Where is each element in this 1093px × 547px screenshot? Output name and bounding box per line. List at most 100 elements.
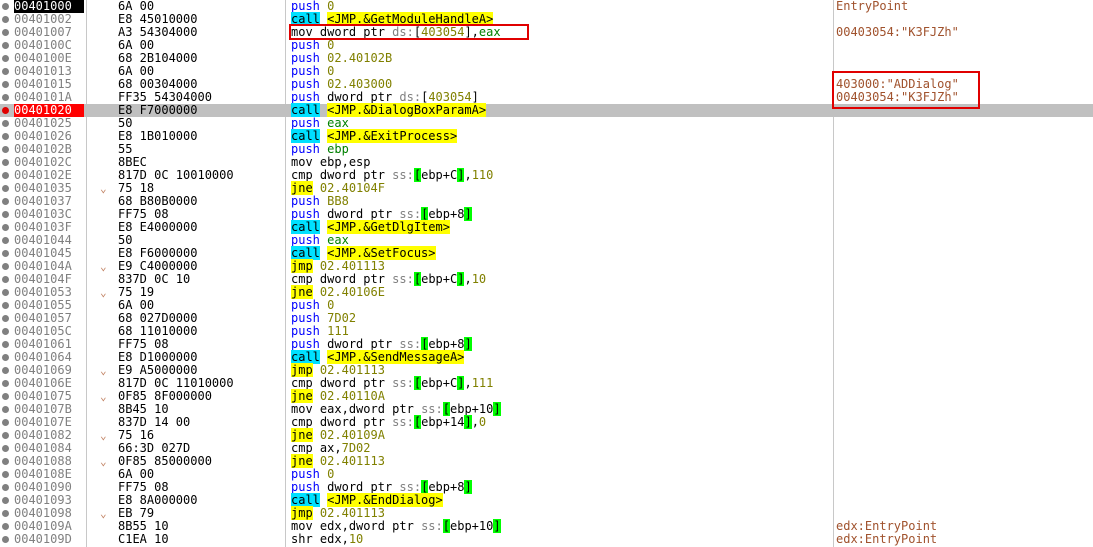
row-marker-icon[interactable]	[2, 286, 12, 299]
operand: ss:	[399, 207, 422, 221]
row-marker-icon[interactable]	[2, 351, 12, 364]
mnemonic: push	[291, 480, 320, 494]
disasm-row[interactable]: 00401093 E8 8A000000 call <JMP.&EndDialog>	[0, 493, 1093, 507]
row-marker-icon[interactable]	[2, 442, 12, 455]
row-marker-icon[interactable]	[2, 0, 12, 13]
operand: ebp+C	[421, 168, 458, 182]
mnemonic: cmp	[291, 168, 313, 182]
mnemonic: jne	[291, 181, 313, 195]
mnemonic: push	[291, 64, 320, 78]
row-marker-icon[interactable]	[2, 338, 12, 351]
operand: <JMP.&SetFocus>	[327, 246, 436, 260]
mnemonic: call	[291, 12, 320, 26]
row-marker-icon[interactable]	[2, 533, 12, 546]
row-marker-icon[interactable]	[2, 13, 12, 26]
row-marker-icon[interactable]	[2, 221, 12, 234]
instruction: shr edx,10	[291, 533, 831, 546]
mnemonic: jne	[291, 285, 313, 299]
row-marker-icon[interactable]	[2, 156, 12, 169]
mnemonic: push	[291, 51, 320, 65]
operand: 7D02	[341, 441, 371, 455]
row-marker-icon[interactable]	[2, 481, 12, 494]
operand: 02.401113	[319, 259, 385, 273]
disasm-row[interactable]: 0040102E 817D 0C 10010000 cmp dword ptr ss…	[0, 168, 1093, 182]
instruction: jne 02.40109A	[291, 428, 831, 442]
mnemonic: push	[291, 207, 320, 221]
row-marker-icon[interactable]	[2, 468, 12, 481]
operand: ss:	[399, 337, 422, 351]
row-marker-icon[interactable]	[2, 299, 12, 312]
disasm-row[interactable]: 0040102B 55 push ebp	[0, 143, 1093, 156]
disasm-row[interactable]: 0040109D C1EA 10 shr edx,10 edx:EntryPoint	[0, 533, 1093, 546]
mnemonic: push	[291, 90, 320, 104]
row-marker-icon[interactable]	[2, 182, 12, 195]
disasm-row[interactable]: 00401053 ⌄ 75 19 jne 02.40106E	[0, 285, 1093, 299]
row-marker-icon[interactable]	[2, 247, 12, 260]
operand: dword ptr	[319, 25, 393, 39]
operand: [	[442, 519, 450, 533]
operand: [	[413, 25, 422, 39]
row-marker-icon[interactable]	[2, 130, 12, 143]
instruction: push 7D02	[291, 312, 831, 325]
address[interactable]: 0040109D	[14, 533, 84, 546]
operand: 0	[327, 467, 335, 481]
row-marker-icon[interactable]	[2, 143, 12, 156]
operand: eax	[478, 25, 501, 39]
row-marker-icon[interactable]	[2, 520, 12, 533]
row-marker-icon[interactable]	[2, 455, 12, 468]
operand: BB8	[327, 194, 349, 208]
mnemonic: push	[291, 337, 320, 351]
operand: 02.401113	[319, 363, 385, 377]
row-marker-icon[interactable]	[2, 39, 12, 52]
disasm-row[interactable]: 0040103F E8 E4000000 call <JMP.&GetDlgItem…	[0, 220, 1093, 234]
row-marker-icon[interactable]	[2, 390, 12, 403]
operand: 02.40104F	[319, 181, 385, 195]
mnemonic: call	[291, 220, 320, 234]
row-marker-icon[interactable]	[2, 52, 12, 65]
disasm-row[interactable]: 00401007 A3 54304000 mov dword ptr ds:[403…	[0, 26, 1093, 39]
disasm-row[interactable]: 00401026 E8 1B010000 call <JMP.&ExitProces…	[0, 129, 1093, 143]
operand: 0	[327, 38, 335, 52]
opcode-bytes: E8 E4000000	[118, 220, 198, 234]
mnemonic: jmp	[291, 506, 313, 520]
row-marker-icon[interactable]	[2, 195, 12, 208]
disasm-row[interactable]: 0040100E 68 2B104000 push 02.40102B	[0, 52, 1093, 65]
instruction: push 02.40102B	[291, 52, 831, 65]
operand: ,	[471, 415, 479, 429]
row-marker-icon[interactable]	[2, 416, 12, 429]
mnemonic: cmp	[291, 441, 313, 455]
disasm-row[interactable]: 00401020 E8 F7000000 call <JMP.&DialogBoxP…	[0, 103, 1093, 117]
row-marker-icon[interactable]	[2, 273, 12, 286]
row-marker-icon[interactable]	[2, 325, 12, 338]
operand: ]	[493, 519, 501, 533]
disassembly-view[interactable]: 00401000 6A 00 push 0 EntryPoint 00401002 E8 …	[0, 0, 1093, 547]
row-marker-icon[interactable]	[2, 364, 12, 377]
row-marker-icon[interactable]	[2, 208, 12, 221]
row-marker-icon[interactable]	[2, 26, 12, 39]
row-marker-icon[interactable]	[2, 91, 12, 104]
row-marker-icon[interactable]	[2, 65, 12, 78]
disasm-row[interactable]: 0040107E 837D 14 00 cmp dword ptr ss:[ebp+…	[0, 415, 1093, 429]
operand: dword ptr	[327, 337, 400, 351]
row-marker-icon[interactable]	[2, 78, 12, 91]
row-marker-icon[interactable]	[2, 403, 12, 416]
row-marker-icon[interactable]	[2, 429, 12, 442]
row-marker-icon[interactable]	[2, 117, 12, 130]
row-marker-icon[interactable]	[2, 377, 12, 390]
operand: <JMP.&ExitProcess>	[327, 129, 458, 143]
row-marker-icon[interactable]	[2, 494, 12, 507]
row-marker-icon[interactable]	[2, 260, 12, 273]
operand: 02.40110A	[319, 389, 385, 403]
operand: 02.40106E	[319, 285, 385, 299]
mnemonic: push	[291, 324, 320, 338]
row-marker-icon[interactable]	[2, 169, 12, 182]
operand: ss:	[421, 519, 443, 533]
row-marker-icon[interactable]	[2, 234, 12, 247]
disasm-row[interactable]: 00401088 ⌄ 0F85 85000000 jne 02.401113	[0, 454, 1093, 468]
opcode-bytes: E8 F7000000	[118, 103, 198, 117]
row-marker-icon[interactable]	[2, 507, 12, 520]
row-marker-icon[interactable]	[2, 312, 12, 325]
disasm-row[interactable]: 0040104F 837D 0C 10 cmp dword ptr ss:[ebp+…	[0, 272, 1093, 286]
operand: 02.401113	[319, 506, 385, 520]
breakpoint-icon[interactable]	[2, 104, 12, 117]
